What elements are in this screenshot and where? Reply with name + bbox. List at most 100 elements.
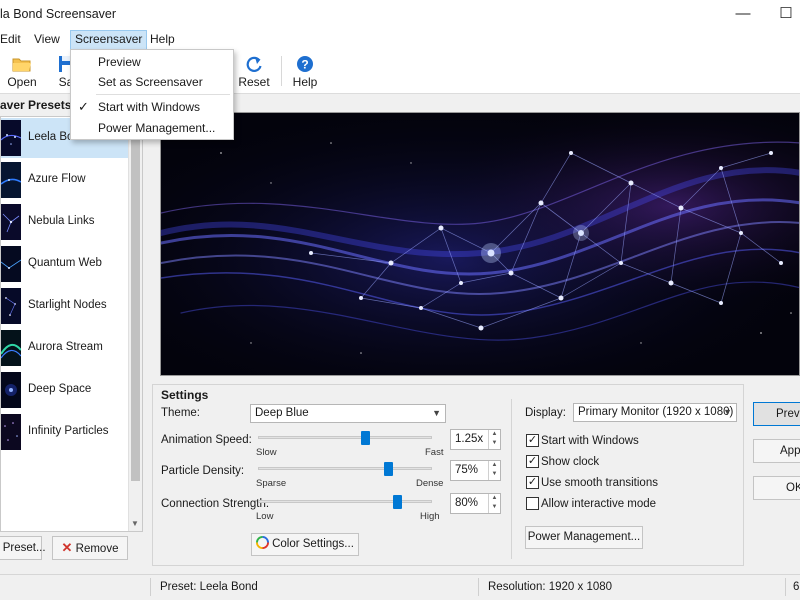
open-button[interactable]: Open bbox=[0, 52, 44, 92]
color-settings-label: Color Settings... bbox=[272, 538, 354, 550]
checkmark-icon: ✓ bbox=[78, 99, 89, 114]
preset-item[interactable]: Azure Flow bbox=[1, 160, 129, 200]
toolbar-separator bbox=[281, 56, 282, 86]
add-preset-button[interactable]: l Preset... bbox=[0, 536, 46, 560]
connection-strength-label: Connection Strength: bbox=[161, 498, 270, 510]
preset-item[interactable]: Deep Space bbox=[1, 370, 129, 410]
menu-item-label: Set as Screensaver bbox=[98, 75, 203, 89]
menu-screensaver[interactable]: Screensaver bbox=[70, 30, 148, 50]
status-separator bbox=[785, 578, 786, 596]
fast-label: Fast bbox=[425, 447, 444, 458]
scrollbar-thumb[interactable] bbox=[131, 131, 140, 481]
remove-preset-button[interactable]: ✕ Remove bbox=[52, 536, 128, 560]
connection-strength-track[interactable] bbox=[258, 500, 432, 503]
add-preset-label: l Preset... bbox=[0, 542, 46, 554]
preset-name: Aurora Stream bbox=[28, 341, 103, 353]
settings-divider bbox=[511, 399, 512, 559]
scroll-down-icon[interactable]: ▼ bbox=[131, 519, 139, 528]
particle-density-track[interactable] bbox=[258, 467, 432, 470]
preset-item[interactable]: Aurora Stream bbox=[1, 328, 129, 368]
screensaver-preview bbox=[160, 112, 800, 376]
minimize-button[interactable]: — bbox=[732, 4, 754, 24]
preset-thumbnail bbox=[1, 246, 21, 282]
ok-button-label: OK bbox=[786, 482, 800, 494]
menu-item-set-as-screensaver[interactable]: Set as Screensaver bbox=[71, 72, 233, 92]
spinner-arrows-icon[interactable]: ▲ ▼ bbox=[488, 461, 500, 480]
preset-thumbnail bbox=[1, 414, 21, 450]
preset-thumbnail bbox=[1, 120, 21, 156]
connection-strength-slider-thumb[interactable] bbox=[392, 495, 402, 509]
interactive-mode-label: Allow interactive mode bbox=[541, 498, 657, 510]
apply-button[interactable]: App bbox=[753, 439, 800, 463]
particle-density-spinbox[interactable]: 75% ▲ ▼ bbox=[450, 460, 501, 481]
preview-button[interactable]: Previ bbox=[753, 402, 800, 426]
help-button[interactable]: ? Help bbox=[283, 52, 327, 92]
preview-network-image bbox=[161, 113, 799, 375]
preset-item[interactable]: Quantum Web bbox=[1, 244, 129, 284]
connection-strength-value: 80% bbox=[455, 497, 479, 509]
preset-item[interactable]: Nebula Links bbox=[1, 202, 129, 242]
status-resolution: Resolution: 1920 x 1080 bbox=[488, 581, 613, 593]
status-extra: 6 bbox=[793, 581, 800, 593]
menu-edit[interactable]: Edit bbox=[0, 30, 25, 50]
color-settings-button[interactable]: Color Settings... bbox=[251, 533, 359, 556]
checkmark-icon: ✓ bbox=[527, 476, 538, 488]
menu-item-start-with-windows[interactable]: ✓ Start with Windows bbox=[71, 97, 233, 117]
chevron-down-icon: ▼ bbox=[432, 408, 441, 418]
smooth-transitions-checkbox[interactable]: ✓ bbox=[526, 476, 539, 489]
menu-bar: Edit View Screensaver Help bbox=[0, 30, 800, 50]
status-preset: Preset: Leela Bond bbox=[160, 581, 258, 593]
animation-speed-spinbox[interactable]: 1.25x ▲ ▼ bbox=[450, 429, 501, 450]
menu-help[interactable]: Help bbox=[146, 30, 179, 50]
preset-item[interactable]: Infinity Particles bbox=[1, 412, 129, 452]
show-clock-checkbox[interactable]: ✓ bbox=[526, 455, 539, 468]
menu-separator bbox=[96, 94, 230, 95]
preview-button-label: Previ bbox=[776, 408, 800, 420]
presets-list[interactable]: Leela Bond Azure Flow Nebula Links Quant… bbox=[0, 116, 143, 532]
menu-view[interactable]: View bbox=[30, 30, 64, 50]
power-management-label: Power Management... bbox=[527, 531, 641, 543]
ok-button[interactable]: OK bbox=[753, 476, 800, 500]
interactive-mode-checkbox[interactable] bbox=[526, 497, 539, 510]
menu-item-power-management[interactable]: Power Management... bbox=[71, 118, 233, 138]
theme-select[interactable]: Deep Blue ▼ bbox=[250, 404, 446, 423]
particle-density-value: 75% bbox=[455, 464, 479, 476]
settings-group: Settings Theme: Deep Blue ▼ Animation Sp… bbox=[152, 384, 744, 566]
title-bar: la Bond Screensaver — ☐ bbox=[0, 0, 800, 30]
settings-title: Settings bbox=[161, 388, 209, 402]
preset-thumbnail bbox=[1, 330, 21, 366]
maximize-button[interactable]: ☐ bbox=[775, 4, 797, 24]
spinner-arrows-icon[interactable]: ▲ ▼ bbox=[488, 494, 500, 513]
theme-label: Theme: bbox=[161, 407, 200, 419]
menu-item-label: Power Management... bbox=[98, 121, 216, 135]
particle-density-slider-thumb[interactable] bbox=[384, 462, 393, 476]
preset-name: Azure Flow bbox=[28, 173, 86, 185]
remove-label: Remove bbox=[75, 543, 119, 555]
reset-button[interactable]: Reset bbox=[232, 52, 276, 92]
power-management-button[interactable]: Power Management... bbox=[525, 526, 643, 549]
animation-speed-track[interactable] bbox=[258, 436, 432, 439]
screensaver-menu: Preview Set as Screensaver ✓ Start with W… bbox=[70, 49, 234, 140]
high-label: High bbox=[420, 511, 440, 522]
display-select[interactable]: Primary Monitor (1920 x 1080) ▼ bbox=[573, 403, 737, 422]
checkmark-icon: ✓ bbox=[527, 455, 538, 467]
window-title: la Bond Screensaver bbox=[0, 7, 117, 21]
color-wheel-icon bbox=[256, 536, 270, 549]
slow-label: Slow bbox=[256, 447, 277, 458]
preset-name: Deep Space bbox=[28, 383, 92, 395]
display-label: Display: bbox=[525, 407, 566, 419]
presets-scrollbar[interactable]: ▲ ▼ bbox=[128, 117, 142, 531]
open-label: Open bbox=[7, 75, 37, 89]
status-separator bbox=[150, 578, 151, 596]
spinner-arrows-icon[interactable]: ▲ ▼ bbox=[488, 430, 500, 449]
help-icon: ? bbox=[297, 56, 313, 72]
menu-item-preview[interactable]: Preview bbox=[71, 52, 233, 72]
sparse-label: Sparse bbox=[256, 478, 287, 489]
preset-item[interactable]: Starlight Nodes bbox=[1, 286, 129, 326]
show-clock-label: Show clock bbox=[541, 456, 600, 468]
connection-strength-spinbox[interactable]: 80% ▲ ▼ bbox=[450, 493, 501, 514]
preset-thumbnail bbox=[1, 288, 21, 324]
animation-speed-label: Animation Speed: bbox=[161, 434, 252, 446]
start-with-windows-checkbox[interactable]: ✓ bbox=[526, 434, 539, 447]
animation-speed-slider-thumb[interactable] bbox=[361, 431, 371, 445]
